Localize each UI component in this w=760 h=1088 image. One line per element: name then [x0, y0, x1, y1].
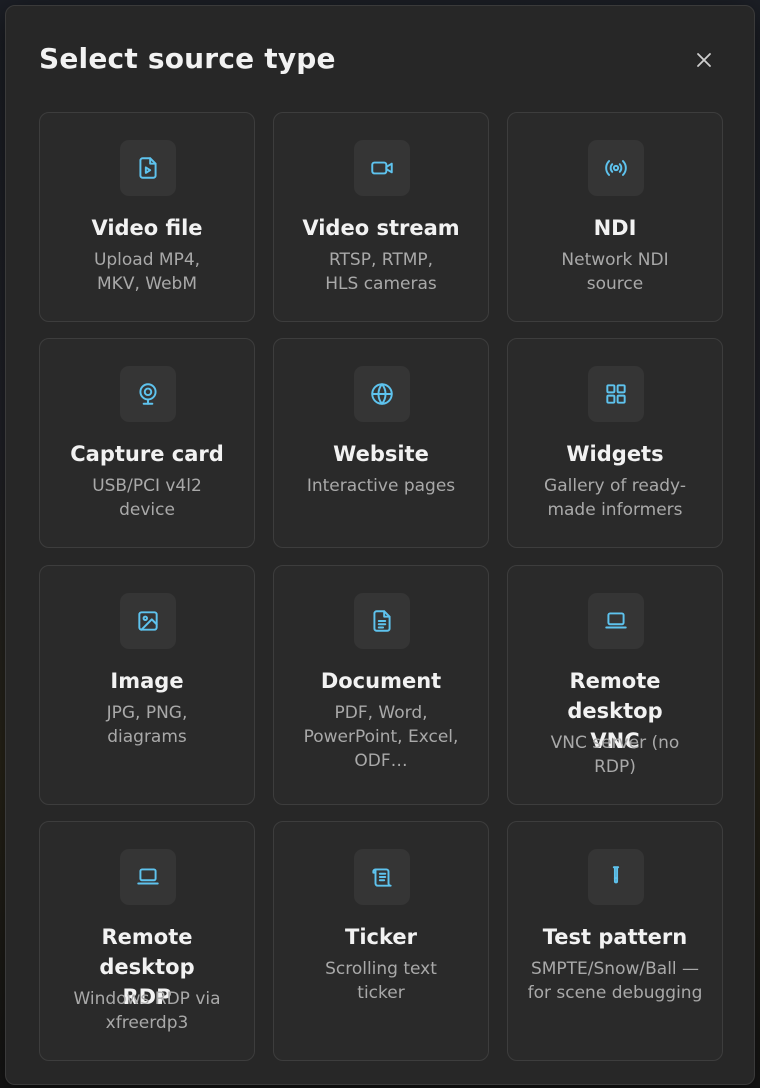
icon-container	[120, 593, 176, 649]
source-card-ticker[interactable]: Ticker Scrolling text ticker	[273, 821, 489, 1061]
icon-container	[588, 593, 644, 649]
document-icon	[373, 610, 391, 632]
source-card-title: Document	[320, 669, 442, 693]
source-card-description: VNC server (no RDP)	[550, 733, 680, 777]
source-card-video-stream[interactable]: Video stream RTSP, RTMP, HLS cameras	[273, 112, 489, 322]
source-card-image[interactable]: Image JPG, PNG, diagrams	[39, 565, 255, 805]
source-card-document[interactable]: Document PDF, Word, PowerPoint, Excel, OD…	[273, 565, 489, 805]
source-card-title: Website	[333, 442, 429, 466]
source-grid: Video file Upload MP4, MKV, WebM Video str…	[6, 6, 754, 1084]
source-card-description: PDF, Word, PowerPoint, Excel, ODF…	[303, 703, 459, 771]
source-card-video-file[interactable]: Video file Upload MP4, MKV, WebM	[39, 112, 255, 322]
source-card-remote-desktop-rdp[interactable]: Remote desktop RDP Windows RDP via xfreer…	[39, 821, 255, 1061]
laptop-icon	[137, 868, 159, 885]
broadcast-icon	[605, 160, 627, 176]
source-type-dialog: Select source type Video file Upload MP4,…	[5, 5, 755, 1085]
globe-icon	[371, 383, 393, 405]
source-card-ndi[interactable]: NDI Network NDI source	[507, 112, 723, 322]
source-card-description: Scrolling text ticker	[325, 959, 437, 1003]
source-card-title: Video stream	[302, 216, 460, 240]
test-tube-icon	[612, 866, 620, 884]
grid-icon	[606, 384, 626, 404]
icon-container	[120, 849, 176, 905]
icon-container	[588, 849, 644, 905]
video-camera-icon	[371, 161, 393, 175]
source-card-description: Interactive pages	[306, 476, 456, 496]
source-card-description: Upload MP4, MKV, WebM	[93, 250, 201, 294]
icon-container	[354, 366, 410, 422]
source-card-description: SMPTE/Snow/Ball — for scene debugging	[527, 959, 703, 1003]
icon-container	[588, 140, 644, 196]
source-card-title: Image	[110, 669, 184, 693]
source-card-title: Test pattern	[542, 925, 688, 949]
source-card-description: Network NDI source	[561, 250, 669, 294]
image-icon	[138, 611, 158, 631]
webcam-icon	[139, 383, 157, 405]
source-card-title: NDI	[593, 216, 637, 240]
source-card-widgets[interactable]: Widgets Gallery of ready-made informers	[507, 338, 723, 548]
source-card-description: JPG, PNG, diagrams	[106, 703, 188, 747]
icon-container	[120, 366, 176, 422]
source-card-title: Capture card	[70, 442, 224, 466]
source-card-website[interactable]: Website Interactive pages	[273, 338, 489, 548]
source-card-test-pattern[interactable]: Test pattern SMPTE/Snow/Ball — for scene …	[507, 821, 723, 1061]
source-card-remote-desktop-vnc[interactable]: Remote desktop VNC VNC server (no RDP)	[507, 565, 723, 805]
icon-container	[120, 140, 176, 196]
source-card-capture-card[interactable]: Capture card USB/PCI v4l2 device	[39, 338, 255, 548]
source-card-description: RTSP, RTMP, HLS cameras	[325, 250, 437, 294]
source-card-title: Ticker	[345, 925, 417, 949]
source-card-title: Widgets	[566, 442, 664, 466]
laptop-icon	[605, 612, 627, 629]
icon-container	[354, 593, 410, 649]
source-card-description: Gallery of ready-made informers	[544, 476, 686, 520]
video-file-icon	[139, 157, 157, 179]
icon-container	[588, 366, 644, 422]
scroll-icon	[372, 868, 392, 887]
icon-container	[354, 849, 410, 905]
source-card-description: USB/PCI v4l2 device	[92, 476, 202, 520]
icon-container	[354, 140, 410, 196]
source-card-title: Video file	[91, 216, 203, 240]
source-card-description: Windows RDP via xfreerdp3	[73, 989, 221, 1033]
